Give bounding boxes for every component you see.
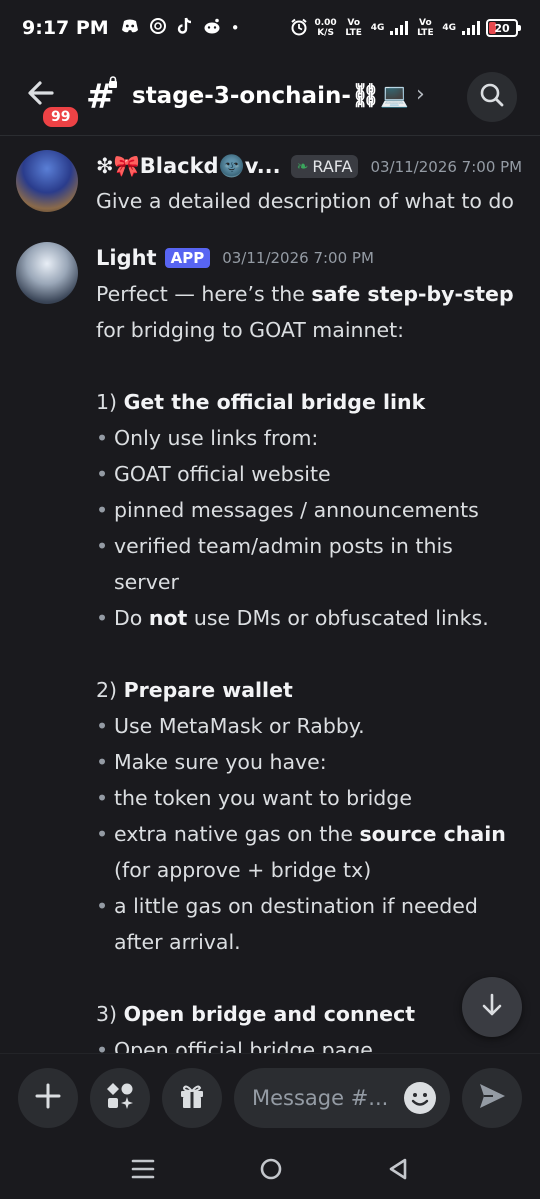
signal1-icon <box>390 21 409 35</box>
apps-icon <box>105 1081 135 1115</box>
plus-icon <box>34 1082 62 1114</box>
timestamp: 03/11/2026 7:00 PM <box>222 249 374 267</box>
message-input[interactable]: Message #... <box>234 1068 450 1128</box>
message-header: ❇🎀Blackd🌚v... ❧ RAFA 03/11/2026 7:00 PM <box>96 154 522 179</box>
message-content: Give a detailed description of what to d… <box>96 183 524 219</box>
timestamp: 03/11/2026 7:00 PM <box>370 157 523 176</box>
net2-label: 4G <box>442 23 456 33</box>
apps-button[interactable] <box>90 1068 150 1128</box>
bullet-item: • the token you want to bridge <box>96 786 412 810</box>
channel-header: 99 # stage-3-onchain-⛓💻 › <box>0 56 540 136</box>
search-button[interactable] <box>467 72 517 122</box>
tiktok-icon <box>177 17 193 39</box>
sim2-label: Vo LTE <box>417 18 434 38</box>
bullet-item: • extra native gas on the source chain (f… <box>96 822 506 882</box>
alarm-icon <box>290 18 308 39</box>
avatar[interactable] <box>16 150 78 212</box>
chevron-right-icon[interactable]: › <box>416 82 425 107</box>
app-badge: APP <box>164 248 211 268</box>
bullet-item: • a little gas on destination if needed a… <box>96 894 478 954</box>
clock: 9:17 PM <box>22 17 109 39</box>
emoji-button[interactable] <box>404 1082 436 1114</box>
status-bar: 9:17 PM • 0.00 K/S Vo LTE 4G Vo LTE 4G 2… <box>0 0 540 56</box>
unread-badge: 99 <box>40 104 82 130</box>
step-heading: 3) Open bridge and connect <box>96 1002 416 1026</box>
message-text: Give a detailed description of what to d… <box>96 189 514 213</box>
send-button[interactable] <box>462 1068 522 1128</box>
author-name[interactable]: Light <box>96 246 157 270</box>
leaf-icon: ❧ <box>296 158 309 175</box>
bullet-item: • verified team/admin posts in this serve… <box>96 534 453 594</box>
sim1-label: Vo LTE <box>345 18 362 38</box>
chatgpt-icon <box>149 17 167 39</box>
back-nav-button[interactable] <box>387 1157 409 1185</box>
search-icon <box>479 82 505 112</box>
bullet-item: • GOAT official website <box>96 462 331 486</box>
message-placeholder: Message #... <box>252 1086 389 1110</box>
bullet-item: • pinned messages / announcements <box>96 498 479 522</box>
emoji-icon <box>404 1093 436 1119</box>
battery-icon: 20 <box>486 19 521 37</box>
bullet-item: • Make sure you have: <box>96 750 327 774</box>
gift-button[interactable] <box>162 1068 222 1128</box>
reddit-icon <box>203 18 221 38</box>
dot-icon: • <box>230 19 240 37</box>
author-name[interactable]: ❇🎀Blackd🌚v... <box>96 154 281 179</box>
data-speed: 0.00 K/S <box>314 18 337 38</box>
home-button[interactable] <box>259 1157 283 1185</box>
bullet-item: • Do not use DMs or obfuscated links. <box>96 606 489 630</box>
notification-icons: • <box>121 17 240 39</box>
message-content: Perfect — here’s the safe step-by-step f… <box>96 276 524 1053</box>
back-button[interactable]: 99 <box>26 78 82 130</box>
status-right: 0.00 K/S Vo LTE 4G Vo LTE 4G 20 <box>290 18 521 39</box>
message-composer: Message #... <box>0 1053 540 1143</box>
gift-icon <box>178 1082 206 1114</box>
message-header: Light APP 03/11/2026 7:00 PM <box>96 246 374 270</box>
intro-line-2: for bridging to GOAT mainnet: <box>96 318 405 342</box>
step-heading: 1) Get the official bridge link <box>96 390 426 414</box>
add-attachment-button[interactable] <box>18 1068 78 1128</box>
arrow-down-icon <box>479 992 505 1022</box>
bullet-item: • Only use links from: <box>96 426 319 450</box>
message-item[interactable]: ❇🎀Blackd🌚v... ❧ RAFA 03/11/2026 7:00 PM … <box>0 150 540 220</box>
jump-to-present-button[interactable] <box>462 977 522 1037</box>
system-nav-bar <box>0 1143 540 1199</box>
net1-label: 4G <box>370 23 385 33</box>
avatar[interactable] <box>16 242 78 304</box>
signal2-icon <box>462 21 480 35</box>
discord-icon <box>121 19 139 37</box>
step-heading: 2) Prepare wallet <box>96 678 293 702</box>
server-tag[interactable]: ❧ RAFA <box>290 155 359 178</box>
send-icon <box>477 1081 507 1115</box>
message-item[interactable]: Light APP 03/11/2026 7:00 PM Perfect — h… <box>0 242 540 1053</box>
channel-title[interactable]: stage-3-onchain-⛓💻 <box>132 82 409 109</box>
recents-button[interactable] <box>131 1158 155 1184</box>
bullet-item: • Open official bridge page <box>96 1038 373 1053</box>
bullet-item: • Use MetaMask or Rabby. <box>96 714 365 738</box>
lock-icon <box>108 76 118 91</box>
intro-line: Perfect — here’s the safe step-by-step <box>96 282 514 306</box>
